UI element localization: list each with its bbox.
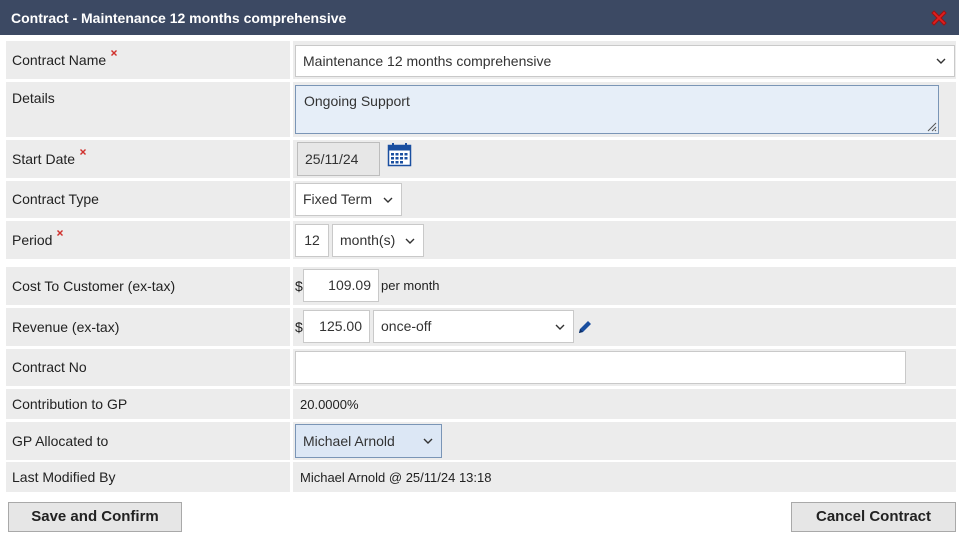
- cost-label: Cost To Customer (ex-tax): [12, 278, 176, 294]
- edit-revenue-button[interactable]: [577, 319, 593, 335]
- calendar-button[interactable]: [387, 142, 412, 167]
- gp-allocated-label: GP Allocated to: [12, 433, 109, 449]
- dialog-title: Contract - Maintenance 12 months compreh…: [11, 10, 347, 26]
- revenue-value: 125.00: [319, 318, 362, 334]
- contribution-value-cell: 20.0000%: [293, 389, 956, 419]
- chevron-down-icon: [405, 238, 415, 244]
- last-modified-value: Michael Arnold @ 25/11/24 13:18: [300, 470, 492, 485]
- contract-name-select[interactable]: Maintenance 12 months comprehensive: [295, 45, 955, 77]
- start-date-input[interactable]: 25/11/24: [297, 142, 380, 176]
- cost-suffix: per month: [381, 278, 440, 293]
- cost-value: 109.09: [328, 277, 371, 293]
- contract-type-label-cell: Contract Type: [6, 181, 290, 218]
- close-icon: [931, 10, 947, 26]
- details-label-cell: Details: [6, 82, 290, 137]
- details-value: Ongoing Support: [304, 93, 410, 109]
- contract-type-value: Fixed Term: [303, 191, 372, 207]
- details-textarea[interactable]: Ongoing Support: [295, 85, 939, 134]
- save-and-confirm-button[interactable]: Save and Confirm: [8, 502, 182, 532]
- contract-no-label: Contract No: [12, 359, 87, 375]
- start-date-label: Start Date: [12, 151, 76, 167]
- cost-label-cell: Cost To Customer (ex-tax): [6, 267, 290, 305]
- last-modified-value-cell: Michael Arnold @ 25/11/24 13:18: [293, 462, 956, 492]
- contribution-label: Contribution to GP: [12, 396, 128, 412]
- contract-name-label-cell: Contract Name: [6, 41, 290, 79]
- period-label-cell: Period: [6, 221, 290, 259]
- resize-handle-icon[interactable]: [925, 120, 937, 132]
- chevron-down-icon: [383, 197, 393, 203]
- contract-name-value: Maintenance 12 months comprehensive: [303, 53, 552, 69]
- gp-allocated-select[interactable]: Michael Arnold: [295, 424, 442, 458]
- contract-type-label: Contract Type: [12, 191, 99, 207]
- last-modified-label: Last Modified By: [12, 469, 116, 485]
- contribution-label-cell: Contribution to GP: [6, 389, 290, 419]
- revenue-input[interactable]: 125.00: [303, 310, 370, 343]
- chevron-down-icon: [423, 438, 433, 444]
- period-unit-select[interactable]: month(s): [332, 224, 424, 257]
- period-label: Period: [12, 232, 53, 248]
- required-asterisk-icon: [57, 230, 63, 236]
- details-label: Details: [12, 90, 55, 106]
- start-date-label-cell: Start Date: [6, 140, 290, 178]
- chevron-down-icon: [936, 58, 946, 64]
- cancel-contract-button[interactable]: Cancel Contract: [791, 502, 956, 532]
- close-button[interactable]: [928, 7, 950, 29]
- start-date-value: 25/11/24: [305, 151, 359, 167]
- revenue-currency-symbol: $: [295, 319, 303, 335]
- revenue-frequency-value: once-off: [381, 318, 432, 334]
- revenue-label-cell: Revenue (ex-tax): [6, 308, 290, 346]
- chevron-down-icon: [555, 324, 565, 330]
- gp-allocated-label-cell: GP Allocated to: [6, 422, 290, 460]
- calendar-icon: [387, 143, 412, 167]
- revenue-label: Revenue (ex-tax): [12, 319, 120, 335]
- pencil-icon: [579, 321, 591, 333]
- contribution-value: 20.0000%: [300, 397, 359, 412]
- contract-name-label: Contract Name: [12, 52, 107, 68]
- period-value-input[interactable]: 12: [295, 224, 329, 257]
- revenue-frequency-select[interactable]: once-off: [373, 310, 574, 343]
- gp-allocated-value: Michael Arnold: [303, 433, 395, 449]
- cost-input[interactable]: 109.09: [303, 269, 379, 302]
- last-modified-label-cell: Last Modified By: [6, 462, 290, 492]
- required-asterisk-icon: [80, 149, 86, 155]
- contract-no-input[interactable]: [295, 351, 906, 384]
- period-unit-value: month(s): [340, 232, 396, 248]
- dialog-titlebar: Contract - Maintenance 12 months compreh…: [0, 0, 959, 35]
- cost-currency-symbol: $: [295, 278, 303, 294]
- period-value: 12: [304, 232, 320, 248]
- required-asterisk-icon: [111, 50, 117, 56]
- contract-no-label-cell: Contract No: [6, 349, 290, 386]
- contract-type-select[interactable]: Fixed Term: [295, 183, 402, 216]
